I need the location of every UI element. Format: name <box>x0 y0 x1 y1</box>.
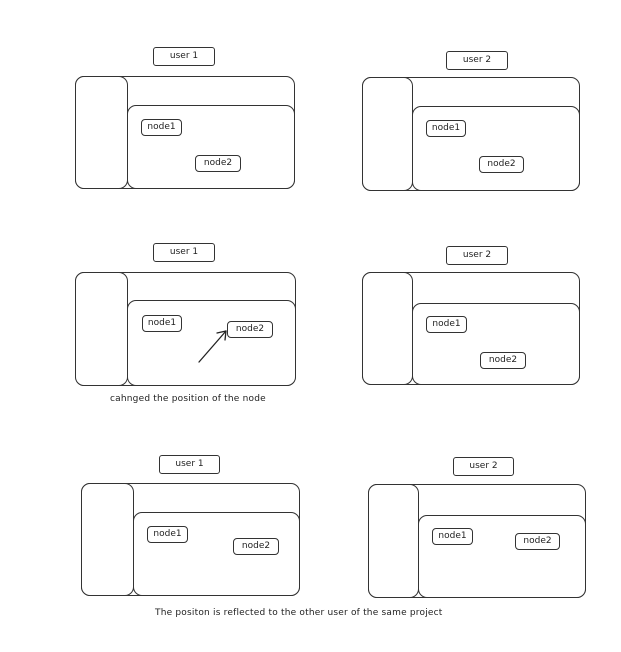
arrow-icon <box>198 330 227 363</box>
node2[interactable]: node2 <box>480 352 526 369</box>
node2[interactable]: node2 <box>479 156 524 173</box>
node1[interactable]: node1 <box>141 119 182 136</box>
node2[interactable]: node2 <box>515 533 560 550</box>
sidebar <box>362 272 413 385</box>
user-label: user 1 <box>159 455 220 474</box>
user-label: user 1 <box>153 47 215 66</box>
user-label: user 2 <box>446 246 508 265</box>
node1[interactable]: node1 <box>142 315 182 332</box>
node1[interactable]: node1 <box>147 526 188 543</box>
user-label: user 2 <box>453 457 514 476</box>
user-label: user 2 <box>446 51 508 70</box>
sidebar <box>75 76 128 189</box>
sidebar <box>368 484 419 598</box>
sidebar <box>75 272 128 386</box>
caption: The positon is reflected to the other us… <box>155 608 443 618</box>
canvas-area <box>127 105 295 189</box>
sidebar <box>362 77 413 191</box>
node2[interactable]: node2 <box>195 155 241 172</box>
node1[interactable]: node1 <box>432 528 473 545</box>
caption: cahnged the position of the node <box>110 394 266 404</box>
user-label: user 1 <box>153 243 215 262</box>
node1[interactable]: node1 <box>426 120 466 137</box>
node2[interactable]: node2 <box>233 538 279 555</box>
canvas-area <box>412 106 580 191</box>
node1[interactable]: node1 <box>426 316 467 333</box>
sidebar <box>81 483 134 596</box>
